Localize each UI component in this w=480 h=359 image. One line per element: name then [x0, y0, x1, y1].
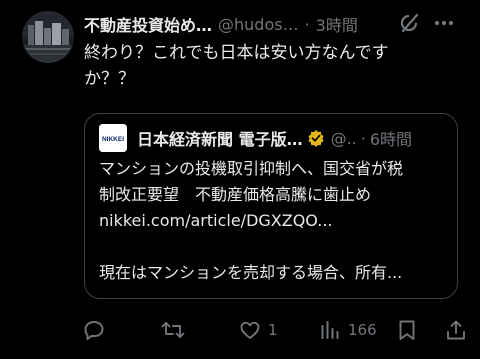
nikkei-logo-text: NIKKEI [102, 136, 124, 143]
like-button[interactable]: 1 [238, 316, 278, 344]
more-options-icon[interactable] [428, 12, 460, 34]
display-name[interactable]: 不動産投資始め… [84, 12, 212, 36]
timestamp[interactable]: 3時間 [316, 12, 358, 36]
grok-icon[interactable] [398, 12, 420, 34]
quoted-text-line: マンションの投機取引抑制へ、国交省が税 [99, 159, 404, 178]
separator-dot: · [360, 128, 366, 148]
bookmark-icon [399, 320, 415, 340]
heart-icon [240, 321, 260, 339]
quoted-text-line: 制改正要望 不動産価格高騰に歯止め [99, 185, 372, 204]
action-bar: 1 166 [80, 316, 470, 344]
user-handle[interactable]: @hudos… [218, 15, 299, 34]
city-night-avatar-image [22, 11, 74, 63]
tweet-text-line: 終わり？これでも日本は安い方なんです [84, 43, 389, 63]
quoted-header: 日本経済新聞 電子版… @.. · 6時間 [137, 124, 447, 152]
quoted-display-name[interactable]: 日本経済新聞 電子版… [137, 126, 303, 150]
quoted-text: マンションの投機取引抑制へ、国交省が税 制改正要望 不動産価格高騰に歯止め ni… [99, 156, 449, 286]
tweet-text-line: か？？ [84, 69, 135, 89]
tweet-text: 終わり？これでも日本は安い方なんです か？？ [84, 40, 464, 92]
quoted-link[interactable]: nikkei.com/article/DGXZQO... [99, 208, 449, 234]
reply-button[interactable] [82, 316, 112, 344]
analytics-icon [321, 321, 339, 339]
quoted-text-spacer [99, 234, 449, 260]
separator-dot: · [304, 14, 310, 34]
quoted-tweet[interactable]: NIKKEI 日本経済新聞 電子版… @.. · 6時間 マンションの投機取引抑… [84, 113, 458, 299]
share-button[interactable] [444, 316, 468, 344]
retweet-button[interactable] [160, 316, 192, 344]
bookmark-button[interactable] [396, 316, 418, 344]
like-count: 1 [268, 321, 278, 339]
reply-icon [84, 321, 104, 340]
quoted-handle[interactable]: @.. [331, 129, 357, 148]
views-count: 166 [348, 321, 377, 339]
verified-badge-icon [307, 130, 324, 147]
nikkei-logo-icon: NIKKEI [99, 124, 127, 152]
avatar[interactable] [22, 11, 74, 63]
views-button[interactable]: 166 [318, 316, 377, 344]
tweet[interactable]: 不動産投資始め… @hudos… · 3時間 終わり？これでも日本は安い方なんで… [0, 0, 480, 359]
quoted-text-line: 現在はマンションを売却する場合、所有... [99, 263, 403, 282]
quoted-avatar[interactable]: NIKKEI [99, 124, 127, 152]
share-icon [447, 320, 465, 340]
quoted-timestamp[interactable]: 6時間 [370, 126, 412, 150]
retweet-icon [161, 322, 185, 338]
